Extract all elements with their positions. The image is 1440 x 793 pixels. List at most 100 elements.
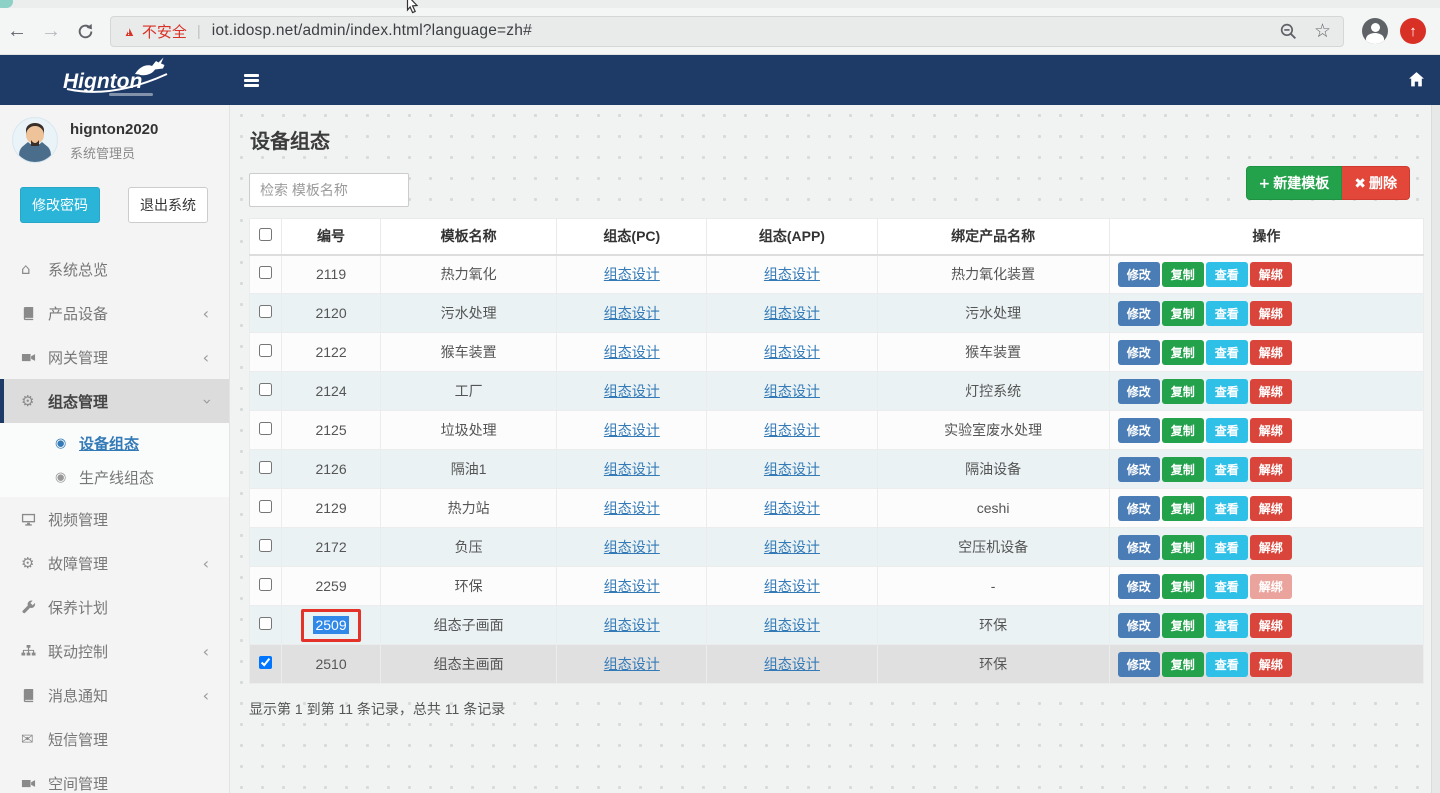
edit-button[interactable]: 修改: [1118, 418, 1160, 443]
hamburger-menu-icon[interactable]: [244, 74, 259, 90]
edit-button[interactable]: 修改: [1118, 457, 1160, 482]
pc-design-link[interactable]: 组态设计: [604, 500, 660, 516]
app-design-link[interactable]: 组态设计: [764, 539, 820, 555]
sidebar-item-6[interactable]: 保养计划: [0, 585, 229, 629]
copy-button[interactable]: 复制: [1162, 613, 1204, 638]
copy-button[interactable]: 复制: [1162, 652, 1204, 677]
sidebar-item-9[interactable]: ✉短信管理: [0, 717, 229, 761]
unbind-button[interactable]: 解绑: [1250, 457, 1292, 482]
row-checkbox[interactable]: [259, 344, 272, 357]
copy-button[interactable]: 复制: [1162, 574, 1204, 599]
copy-button[interactable]: 复制: [1162, 379, 1204, 404]
new-template-button[interactable]: +新建模板: [1246, 166, 1343, 200]
pc-design-link[interactable]: 组态设计: [604, 656, 660, 672]
copy-button[interactable]: 复制: [1162, 301, 1204, 326]
row-checkbox[interactable]: [259, 656, 272, 669]
row-checkbox[interactable]: [259, 578, 272, 591]
view-button[interactable]: 查看: [1206, 613, 1248, 638]
edit-button[interactable]: 修改: [1118, 496, 1160, 521]
row-checkbox[interactable]: [259, 461, 272, 474]
change-password-button[interactable]: 修改密码: [20, 187, 100, 223]
view-button[interactable]: 查看: [1206, 418, 1248, 443]
sidebar-item-5[interactable]: ⚙故障管理‹: [0, 541, 229, 585]
unbind-button[interactable]: 解绑: [1250, 301, 1292, 326]
row-checkbox[interactable]: [259, 500, 272, 513]
content-scrollbar[interactable]: [1431, 105, 1440, 793]
edit-button[interactable]: 修改: [1118, 301, 1160, 326]
app-design-link[interactable]: 组态设计: [764, 305, 820, 321]
app-design-link[interactable]: 组态设计: [764, 344, 820, 360]
pc-design-link[interactable]: 组态设计: [604, 266, 660, 282]
sidebar-item-7[interactable]: 联动控制‹: [0, 629, 229, 673]
unbind-button[interactable]: 解绑: [1250, 379, 1292, 404]
reload-icon[interactable]: [68, 20, 102, 43]
submenu-item-1[interactable]: ◉生产线组态: [0, 460, 229, 494]
unbind-button[interactable]: 解绑: [1250, 652, 1292, 677]
logout-button[interactable]: 退出系统: [128, 187, 208, 223]
app-design-link[interactable]: 组态设计: [764, 656, 820, 672]
sidebar-item-3[interactable]: ⚙组态管理‹: [0, 379, 229, 423]
back-icon[interactable]: ←: [0, 20, 34, 43]
view-button[interactable]: 查看: [1206, 535, 1248, 560]
edit-button[interactable]: 修改: [1118, 379, 1160, 404]
sidebar-item-2[interactable]: 网关管理‹: [0, 335, 229, 379]
unbind-button[interactable]: 解绑: [1250, 340, 1292, 365]
view-button[interactable]: 查看: [1206, 262, 1248, 287]
copy-button[interactable]: 复制: [1162, 496, 1204, 521]
browser-update-icon[interactable]: ↑: [1400, 18, 1426, 44]
row-checkbox[interactable]: [259, 266, 272, 279]
unbind-button[interactable]: 解绑: [1250, 574, 1292, 599]
edit-button[interactable]: 修改: [1118, 652, 1160, 677]
unbind-button[interactable]: 解绑: [1250, 418, 1292, 443]
forward-icon[interactable]: →: [34, 20, 68, 43]
view-button[interactable]: 查看: [1206, 496, 1248, 521]
address-bar[interactable]: ▲! 不安全 | iot.idosp.net/admin/index.html?…: [110, 16, 1344, 47]
copy-button[interactable]: 复制: [1162, 418, 1204, 443]
sidebar-item-10[interactable]: 空间管理: [0, 761, 229, 793]
app-design-link[interactable]: 组态设计: [764, 422, 820, 438]
pc-design-link[interactable]: 组态设计: [604, 344, 660, 360]
app-design-link[interactable]: 组态设计: [764, 500, 820, 516]
pc-design-link[interactable]: 组态设计: [604, 305, 660, 321]
app-design-link[interactable]: 组态设计: [764, 266, 820, 282]
view-button[interactable]: 查看: [1206, 340, 1248, 365]
view-button[interactable]: 查看: [1206, 574, 1248, 599]
pc-design-link[interactable]: 组态设计: [604, 578, 660, 594]
sidebar-item-0[interactable]: ⌂系统总览: [0, 247, 229, 291]
copy-button[interactable]: 复制: [1162, 457, 1204, 482]
row-checkbox[interactable]: [259, 422, 272, 435]
row-checkbox[interactable]: [259, 383, 272, 396]
edit-button[interactable]: 修改: [1118, 262, 1160, 287]
unbind-button[interactable]: 解绑: [1250, 535, 1292, 560]
home-icon[interactable]: [1408, 71, 1425, 93]
view-button[interactable]: 查看: [1206, 301, 1248, 326]
edit-button[interactable]: 修改: [1118, 340, 1160, 365]
copy-button[interactable]: 复制: [1162, 535, 1204, 560]
delete-button[interactable]: ✖删除: [1342, 166, 1410, 200]
app-design-link[interactable]: 组态设计: [764, 383, 820, 399]
app-design-link[interactable]: 组态设计: [764, 461, 820, 477]
view-button[interactable]: 查看: [1206, 652, 1248, 677]
view-button[interactable]: 查看: [1206, 457, 1248, 482]
sidebar-item-4[interactable]: 视频管理: [0, 497, 229, 541]
app-design-link[interactable]: 组态设计: [764, 578, 820, 594]
row-checkbox[interactable]: [259, 305, 272, 318]
unbind-button[interactable]: 解绑: [1250, 613, 1292, 638]
app-design-link[interactable]: 组态设计: [764, 617, 820, 633]
search-input[interactable]: [249, 173, 409, 207]
pc-design-link[interactable]: 组态设计: [604, 422, 660, 438]
edit-button[interactable]: 修改: [1118, 574, 1160, 599]
pc-design-link[interactable]: 组态设计: [604, 383, 660, 399]
unbind-button[interactable]: 解绑: [1250, 262, 1292, 287]
browser-profile-icon[interactable]: [1362, 18, 1388, 44]
unbind-button[interactable]: 解绑: [1250, 496, 1292, 521]
pc-design-link[interactable]: 组态设计: [604, 461, 660, 477]
sidebar-item-1[interactable]: 产品设备‹: [0, 291, 229, 335]
submenu-item-0[interactable]: ◉设备组态: [0, 426, 229, 460]
select-all-checkbox[interactable]: [259, 228, 272, 241]
edit-button[interactable]: 修改: [1118, 535, 1160, 560]
row-checkbox[interactable]: [259, 617, 272, 630]
copy-button[interactable]: 复制: [1162, 262, 1204, 287]
pc-design-link[interactable]: 组态设计: [604, 617, 660, 633]
view-button[interactable]: 查看: [1206, 379, 1248, 404]
